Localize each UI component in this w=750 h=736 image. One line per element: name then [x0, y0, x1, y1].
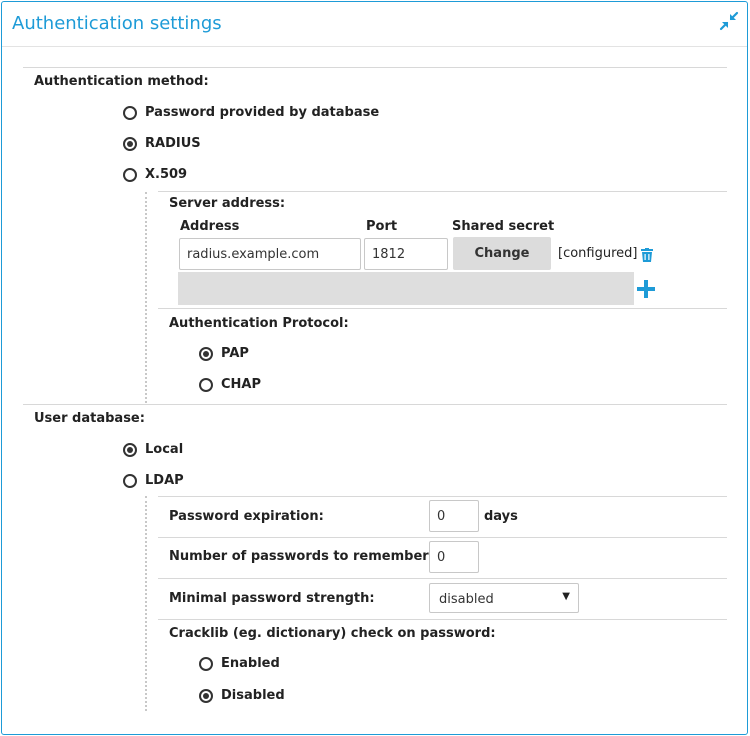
server-address-label: Server address: [169, 196, 286, 211]
radio-circle-selected [123, 136, 137, 151]
radio-cracklib-disabled[interactable]: Disabled [199, 688, 285, 703]
panel-header: Authentication settings [2, 2, 747, 47]
passwords-remember-input[interactable]: 0 [429, 541, 479, 573]
radio-local[interactable]: Local [123, 442, 183, 457]
radio-circle [199, 656, 213, 671]
subsection-indent-line [145, 192, 147, 403]
cracklib-label: Cracklib (eg. dictionary) check on passw… [169, 626, 496, 641]
radio-label: PAP [221, 346, 249, 361]
column-secret-header: Shared secret [452, 219, 555, 234]
column-port-header: Port [366, 219, 398, 234]
radio-pap[interactable]: PAP [199, 346, 249, 361]
radio-password-db[interactable]: Password provided by database [123, 105, 379, 120]
authentication-settings-panel: Authentication settings Authentication m… [1, 1, 748, 735]
password-expiration-label: Password expiration: [169, 509, 324, 524]
radio-label: Password provided by database [145, 105, 380, 120]
divider [158, 308, 727, 309]
collapse-arrows-icon[interactable] [718, 10, 740, 32]
divider [158, 191, 727, 192]
radio-circle-selected [199, 346, 213, 361]
empty-server-row [178, 272, 634, 305]
radio-circle-selected [123, 442, 137, 457]
divider [158, 496, 727, 497]
radio-chap[interactable]: CHAP [199, 377, 261, 392]
divider [23, 404, 727, 405]
radio-label: CHAP [221, 377, 262, 392]
passwords-remember-label: Number of passwords to remember: [169, 549, 434, 564]
select-value: disabled [439, 592, 494, 607]
radio-radius[interactable]: RADIUS [123, 136, 201, 151]
radio-circle [123, 105, 137, 120]
radio-circle [123, 167, 137, 182]
radio-label: LDAP [145, 473, 184, 488]
min-strength-label: Minimal password strength: [169, 591, 375, 606]
trash-icon[interactable] [641, 247, 653, 262]
subsection-indent-line [145, 496, 147, 711]
radio-circle [199, 377, 213, 392]
radio-circle [123, 473, 137, 488]
divider [158, 619, 727, 620]
min-strength-select[interactable]: disabled ▼ [429, 583, 579, 613]
radio-circle-selected [199, 688, 213, 703]
radio-ldap[interactable]: LDAP [123, 473, 184, 488]
dropdown-arrow-icon: ▼ [562, 591, 570, 602]
divider [158, 537, 727, 538]
auth-protocol-label: Authentication Protocol: [169, 316, 349, 331]
radio-cracklib-enabled[interactable]: Enabled [199, 656, 280, 671]
change-secret-button[interactable]: Change [453, 237, 551, 270]
column-address-header: Address [180, 219, 240, 234]
auth-method-label: Authentication method: [34, 74, 209, 89]
port-input[interactable]: 1812 [364, 238, 448, 270]
radio-label: Disabled [221, 688, 285, 703]
configured-status: [configured] [558, 246, 638, 261]
days-unit-label: days [484, 509, 518, 524]
password-expiration-input[interactable]: 0 [429, 500, 479, 532]
radio-label: Enabled [221, 656, 280, 671]
user-database-label: User database: [34, 411, 145, 426]
divider [23, 67, 727, 68]
divider [158, 578, 727, 579]
radio-x509[interactable]: X.509 [123, 167, 187, 182]
radio-label: RADIUS [145, 136, 201, 151]
panel-title: Authentication settings [12, 13, 222, 34]
radio-label: X.509 [145, 167, 188, 182]
address-input[interactable]: radius.example.com [179, 238, 361, 270]
plus-icon[interactable] [636, 279, 656, 299]
radio-label: Local [145, 442, 184, 457]
